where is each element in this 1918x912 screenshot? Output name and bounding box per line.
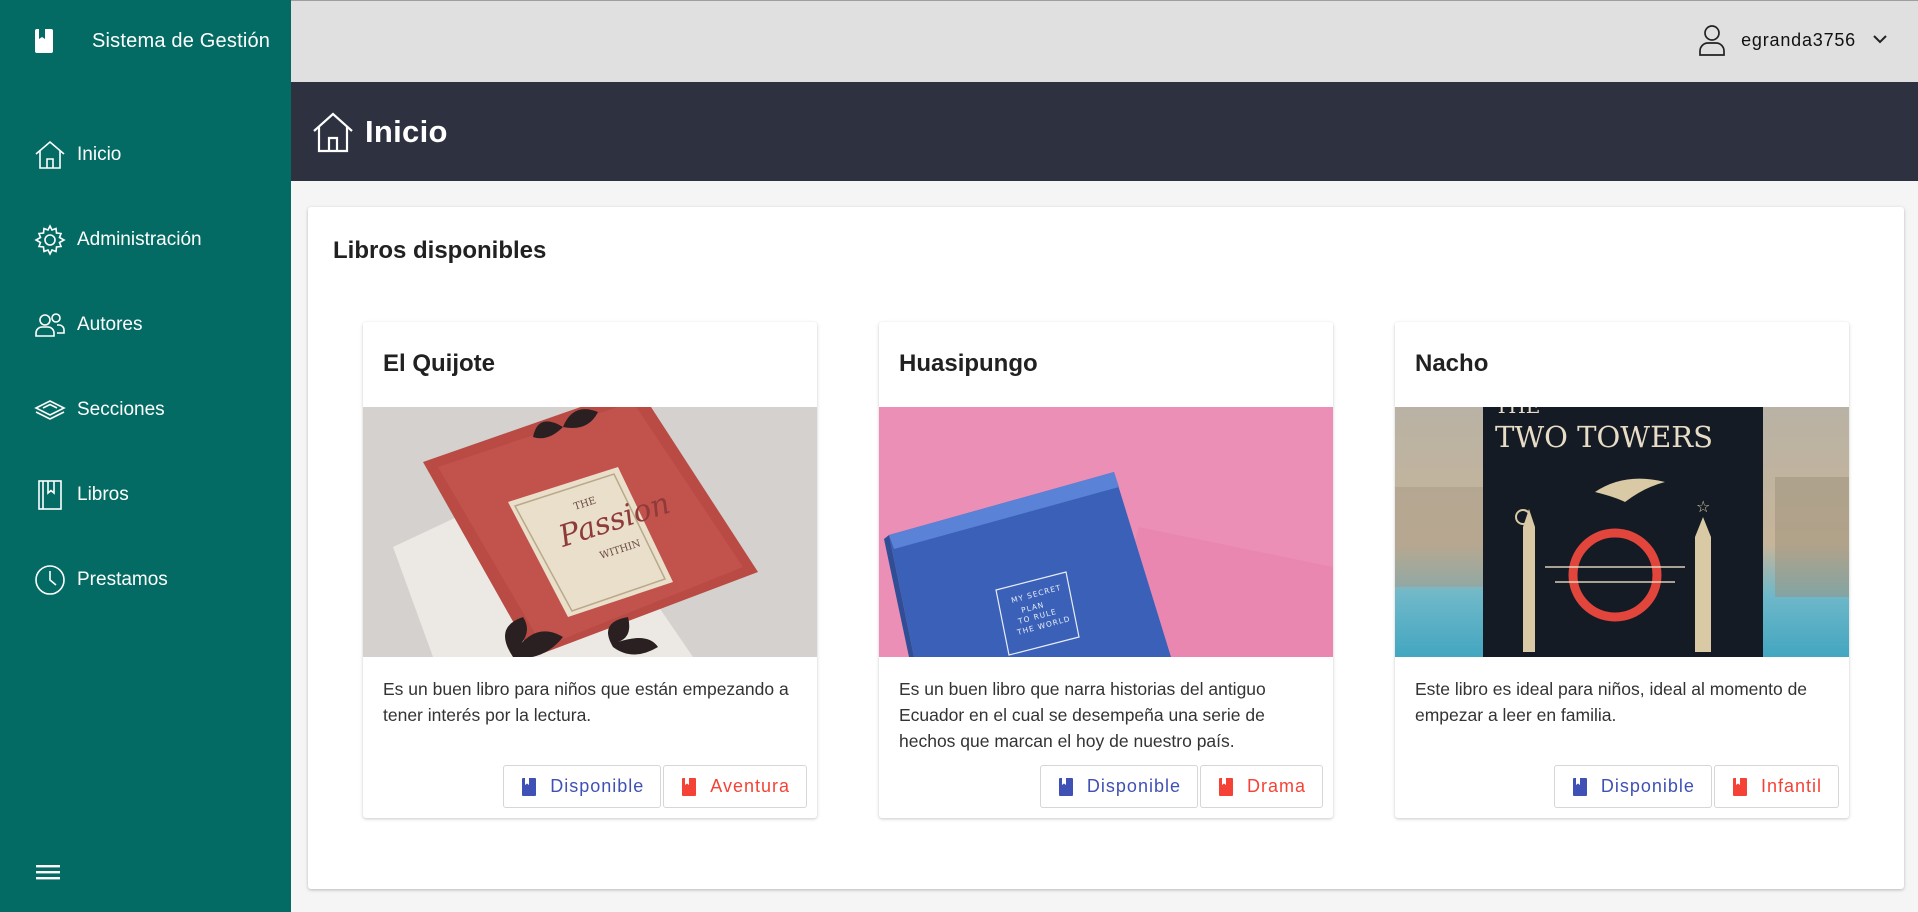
brand: Sistema de Gestión <box>0 0 291 82</box>
book-icon <box>32 26 56 56</box>
app-title: Sistema de Gestión <box>92 29 271 52</box>
bookmark-icon <box>1732 777 1747 796</box>
status-button[interactable]: Disponible <box>503 765 662 808</box>
book-description: Es un buen libro para niños que están em… <box>383 679 789 725</box>
user-menu[interactable]: egranda3756 <box>1697 23 1888 57</box>
username: egranda3756 <box>1741 29 1856 50</box>
book-title: El Quijote <box>383 350 496 377</box>
book-description: Es un buen libro que narra historias del… <box>899 679 1266 751</box>
sidebar-item-label: Prestamos <box>77 568 168 590</box>
genre-button[interactable]: Aventura <box>663 765 807 808</box>
sidebar-item-secciones[interactable]: Secciones <box>0 367 291 452</box>
sidebar-item-administracion[interactable]: Administración <box>0 197 291 282</box>
bookmark-icon <box>682 777 697 796</box>
book-title: Huasipungo <box>899 350 1038 377</box>
sidebar-item-label: Autores <box>77 313 143 335</box>
clock-icon <box>33 563 67 597</box>
genre-button[interactable]: Infantil <box>1713 765 1839 808</box>
status-label: Disponible <box>550 776 645 796</box>
home-icon <box>33 138 67 172</box>
sidebar-nav: Inicio Administración Autores Secciones … <box>0 112 291 622</box>
card-actions: Disponible Drama <box>1039 765 1323 808</box>
genre-label: Infantil <box>1760 776 1822 796</box>
bookmark-icon <box>1572 777 1587 796</box>
sidebar-item-label: Secciones <box>77 398 165 420</box>
sidebar-item-label: Libros <box>77 483 129 505</box>
genre-label: Aventura <box>710 776 790 796</box>
gear-icon <box>33 223 67 257</box>
book-title: Nacho <box>1415 350 1489 377</box>
svg-text:☆: ☆ <box>1696 497 1710 516</box>
bookmark-icon <box>1058 777 1073 796</box>
hamburger-icon <box>36 865 60 886</box>
status-button[interactable]: Disponible <box>1553 765 1712 808</box>
book-card: Huasipungo MY SECRET PLAN TO RULE THE WO… <box>879 322 1333 818</box>
users-icon <box>33 308 67 342</box>
book-cover-image: THE TWO TOWERS ☆ <box>1395 407 1849 657</box>
topbar: egranda3756 <box>291 0 1918 82</box>
card-actions: Disponible Infantil <box>1553 765 1839 808</box>
cover-text: TWO TOWERS <box>1495 420 1713 454</box>
home-icon <box>311 110 355 154</box>
sidebar-item-label: Administración <box>77 228 202 250</box>
sidebar: Sistema de Gestión Inicio Administración… <box>0 0 291 912</box>
chevron-down-icon <box>1872 31 1888 49</box>
page-title: Inicio <box>365 113 448 149</box>
section-title: Libros disponibles <box>333 237 547 264</box>
genre-button[interactable]: Drama <box>1199 765 1323 808</box>
bookmark-icon <box>522 777 537 796</box>
status-button[interactable]: Disponible <box>1039 765 1198 808</box>
book-card: Nacho THE TWO TOWERS <box>1395 322 1849 818</box>
page-header: Inicio <box>291 82 1918 181</box>
sidebar-item-label: Inicio <box>77 143 122 165</box>
user-icon <box>1697 23 1727 57</box>
book-cover-image: THE Passion WITHIN <box>363 407 817 657</box>
sidebar-item-libros[interactable]: Libros <box>0 452 291 537</box>
layers-icon <box>33 393 67 427</box>
book-card: El Quijote THE Passion WITHIN Es un buen… <box>363 322 817 818</box>
book-cover-image: MY SECRET PLAN TO RULE THE WORLD <box>879 407 1333 657</box>
bookmark-icon <box>1218 777 1233 796</box>
book-description: Este libro es ideal para niños, ideal al… <box>1415 679 1808 725</box>
genre-label: Drama <box>1246 776 1306 796</box>
status-label: Disponible <box>1086 776 1181 796</box>
sidebar-item-prestamos[interactable]: Prestamos <box>0 537 291 622</box>
book-icon <box>33 478 67 512</box>
card-actions: Disponible Aventura <box>503 765 807 808</box>
status-label: Disponible <box>1600 776 1695 796</box>
menu-toggle-button[interactable] <box>36 862 66 886</box>
cover-text: THE <box>1495 407 1540 418</box>
sidebar-item-autores[interactable]: Autores <box>0 282 291 367</box>
sidebar-item-inicio[interactable]: Inicio <box>0 112 291 197</box>
books-panel: Libros disponibles El Quijote THE Passio… <box>308 207 1904 889</box>
